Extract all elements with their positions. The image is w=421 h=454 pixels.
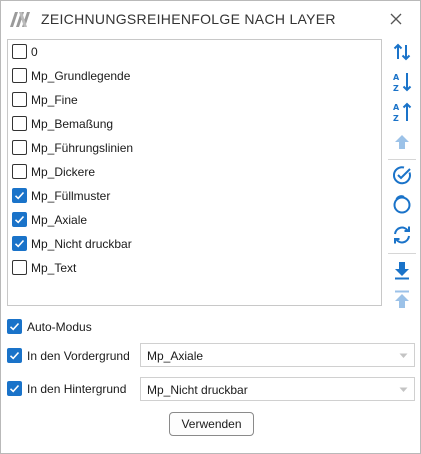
list-item[interactable]: Mp_Grundlegende (8, 64, 381, 88)
side-toolbar: A Z A Z (386, 39, 418, 311)
move-to-top-icon[interactable] (390, 288, 414, 312)
list-item[interactable]: Mp_Bemaßung (8, 112, 381, 136)
apply-button[interactable]: Verwenden (169, 412, 254, 436)
layer-checkbox[interactable] (12, 188, 27, 203)
background-layer-value: Mp_Nicht druckbar (147, 383, 248, 397)
window-title: ZEICHNUNGSREIHENFOLGE NACH LAYER (41, 11, 336, 27)
checkmark-icon (14, 215, 25, 224)
svg-text:Z: Z (393, 114, 399, 123)
list-item[interactable]: Mp_Füllmuster (8, 184, 381, 208)
close-icon[interactable] (386, 9, 406, 29)
background-layer-select[interactable]: Mp_Nicht druckbar (140, 377, 415, 401)
list-item[interactable]: Mp_Fine (8, 88, 381, 112)
layer-label: Mp_Axiale (31, 213, 88, 227)
layer-checkbox[interactable] (12, 212, 27, 227)
layer-checkbox[interactable] (12, 164, 27, 179)
sort-az-icon[interactable]: A Z (390, 70, 414, 94)
list-item[interactable]: Mp_Axiale (8, 208, 381, 232)
checkmark-icon (9, 322, 20, 331)
layer-label: Mp_Führungslinien (31, 141, 134, 155)
auto-mode-checkbox[interactable] (7, 319, 22, 334)
toolbar-divider (388, 159, 416, 160)
move-up-icon[interactable] (390, 130, 414, 154)
list-item[interactable]: Mp_Führungslinien (8, 136, 381, 160)
layer-checkbox[interactable] (12, 140, 27, 155)
layer-label: Mp_Dickere (31, 165, 96, 179)
move-to-bottom-icon[interactable] (390, 258, 414, 282)
layer-label: Mp_Bemaßung (31, 117, 114, 131)
foreground-layer-select[interactable]: Mp_Axiale (140, 343, 415, 367)
layer-checkbox[interactable] (12, 116, 27, 131)
toolbar-divider (388, 253, 416, 254)
company-logo-icon (10, 12, 30, 27)
layer-label: 0 (31, 45, 38, 59)
sort-za-icon[interactable]: A Z (390, 100, 414, 124)
foreground-checkbox[interactable] (7, 348, 22, 363)
list-item[interactable]: Mp_Text (8, 256, 381, 280)
layer-checkbox[interactable] (12, 44, 27, 59)
auto-mode-label: Auto-Modus (27, 320, 92, 334)
layer-label: Mp_Nicht druckbar (31, 237, 132, 251)
chevron-down-icon (399, 387, 408, 392)
layer-list[interactable]: 0 Mp_Grundlegende Mp_Fine Mp_Bemaßung Mp… (7, 39, 382, 306)
layer-label: Mp_Text (31, 261, 77, 275)
checkmark-icon (9, 384, 20, 393)
chevron-down-icon (399, 353, 408, 358)
uncheck-all-icon[interactable] (390, 193, 414, 217)
svg-text:A: A (393, 73, 400, 82)
layer-label: Mp_Grundlegende (31, 69, 131, 83)
layer-checkbox[interactable] (12, 92, 27, 107)
checkmark-icon (9, 351, 20, 360)
layer-checkbox[interactable] (12, 236, 27, 251)
check-all-icon[interactable] (390, 163, 414, 187)
list-item[interactable]: Mp_Dickere (8, 160, 381, 184)
checkmark-icon (14, 239, 25, 248)
dialog-window: ZEICHNUNGSREIHENFOLGE NACH LAYER 0 Mp_Gr… (0, 0, 421, 454)
background-label: In den Hintergrund (27, 382, 127, 396)
svg-text:Z: Z (393, 84, 399, 93)
list-item[interactable]: Mp_Nicht druckbar (8, 232, 381, 256)
refresh-icon[interactable] (390, 223, 414, 247)
layer-label: Mp_Füllmuster (31, 189, 111, 203)
svg-text:A: A (393, 103, 400, 112)
checkmark-icon (14, 191, 25, 200)
swap-order-icon[interactable] (390, 40, 414, 64)
background-checkbox[interactable] (7, 381, 22, 396)
layer-checkbox[interactable] (12, 260, 27, 275)
layer-label: Mp_Fine (31, 93, 78, 107)
list-item[interactable]: 0 (8, 40, 381, 64)
foreground-layer-value: Mp_Axiale (147, 349, 204, 363)
title-bar: ZEICHNUNGSREIHENFOLGE NACH LAYER (1, 1, 420, 37)
foreground-label: In den Vordergrund (27, 349, 130, 363)
layer-checkbox[interactable] (12, 68, 27, 83)
